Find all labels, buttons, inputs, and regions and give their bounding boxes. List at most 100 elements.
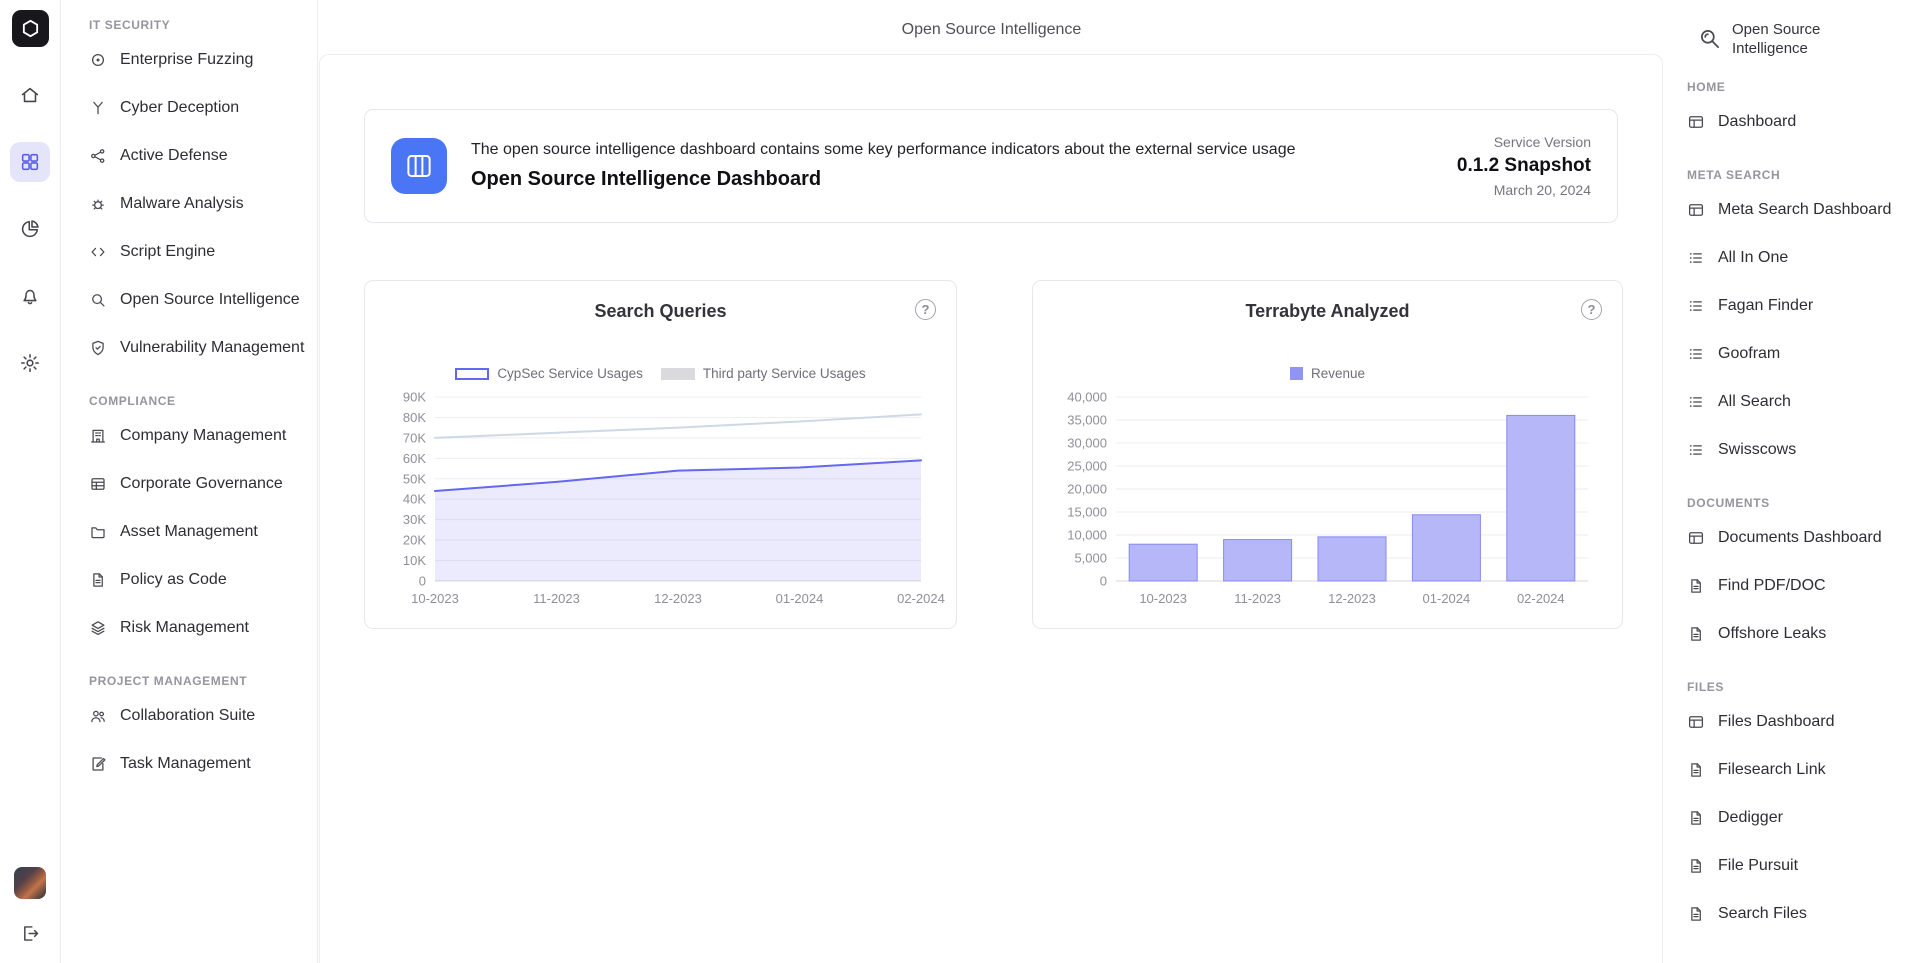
rightbar-item-documents-dashboard[interactable]: Documents Dashboard	[1687, 514, 1920, 562]
shield-icon	[89, 339, 107, 357]
left-sidebar: IT SECURITY Enterprise Fuzzing Cyber Decep…	[61, 0, 318, 963]
rightbar-item-files-dashboard[interactable]: Files Dashboard	[1687, 698, 1920, 746]
sidebar-item-company-management[interactable]: Company Management	[89, 412, 317, 460]
sidebar-item-open-source-intelligence[interactable]: Open Source Intelligence	[89, 276, 317, 324]
sidebar-item-asset-management[interactable]: Asset Management	[89, 508, 317, 556]
user-avatar[interactable]	[14, 867, 46, 899]
sidebar-item-collaboration-suite[interactable]: Collaboration Suite	[89, 692, 317, 740]
rail-icons	[10, 75, 50, 410]
rightbar-section-documents: DOCUMENTS	[1687, 496, 1920, 510]
legend-item-cypsec-service-usages[interactable]: CypSec Service Usages	[455, 366, 643, 381]
help-icon[interactable]: ?	[915, 299, 936, 320]
legend-item-revenue[interactable]: Revenue	[1290, 366, 1365, 381]
grid-icon	[19, 151, 41, 173]
sidebar-item-vulnerability-management[interactable]: Vulnerability Management	[89, 324, 317, 372]
rightbar-item-search-files[interactable]: Search Files	[1687, 890, 1920, 938]
rightbar-item-dedigger[interactable]: Dedigger	[1687, 794, 1920, 842]
svg-text:0: 0	[1099, 574, 1106, 589]
svg-text:20,000: 20,000	[1067, 482, 1107, 497]
svg-text:80K: 80K	[402, 410, 425, 425]
rail-pie-button[interactable]	[10, 209, 50, 249]
grid2-icon	[1687, 201, 1705, 219]
bell-icon	[19, 285, 41, 307]
doc-icon	[1687, 857, 1705, 875]
item-label: Search Files	[1718, 905, 1807, 923]
sidebar-item-risk-management[interactable]: Risk Management	[89, 604, 317, 652]
item-label: Cyber Deception	[120, 99, 239, 117]
legend-item-third-party-service-usages[interactable]: Third party Service Usages	[661, 366, 866, 381]
grid2-icon	[1687, 113, 1705, 131]
list-icon	[1687, 345, 1705, 363]
svg-text:10K: 10K	[402, 553, 425, 568]
rail-home-button[interactable]	[10, 75, 50, 115]
svg-text:02-2024: 02-2024	[897, 591, 945, 606]
grid2-icon	[1687, 713, 1705, 731]
rightbar-item-fagan-finder[interactable]: Fagan Finder	[1687, 282, 1920, 330]
rightbar-item-all-in-one[interactable]: All In One	[1687, 234, 1920, 282]
dashboard-banner-icon	[391, 138, 447, 194]
item-label: Asset Management	[120, 523, 258, 541]
home-icon	[19, 84, 41, 106]
sidebar-item-enterprise-fuzzing[interactable]: Enterprise Fuzzing	[89, 36, 317, 84]
rightbar-item-find-pdf-doc[interactable]: Find PDF/DOC	[1687, 562, 1920, 610]
sidebar-item-cyber-deception[interactable]: Cyber Deception	[89, 84, 317, 132]
terrabyte-analyzed-card: Terrabyte Analyzed ? Revenue 05,00010,00…	[1032, 280, 1623, 629]
sidebar-item-corporate-governance[interactable]: Corporate Governance	[89, 460, 317, 508]
item-label: All In One	[1718, 249, 1788, 267]
rightbar-item-filesearch-link[interactable]: Filesearch Link	[1687, 746, 1920, 794]
rightbar-item-all-search[interactable]: All Search	[1687, 378, 1920, 426]
table-icon	[89, 475, 107, 493]
item-label: Collaboration Suite	[120, 707, 255, 725]
search-queries-chart: 010K20K30K40K50K60K70K80K90K10-202311-20…	[365, 389, 956, 619]
doc-icon	[1687, 905, 1705, 923]
banner-description: The open source intelligence dashboard c…	[471, 141, 1295, 159]
doc-icon	[1687, 577, 1705, 595]
sidebar-item-policy-as-code[interactable]: Policy as Code	[89, 556, 317, 604]
sidebar-section-it-security: IT SECURITY	[89, 18, 317, 32]
rail-bell-button[interactable]	[10, 276, 50, 316]
logout-button[interactable]	[10, 913, 50, 953]
item-label: Swisscows	[1718, 441, 1796, 459]
banner-title: Open Source Intelligence Dashboard	[471, 168, 1295, 191]
folder-icon	[89, 523, 107, 541]
code-icon	[89, 243, 107, 261]
chart-title-search-queries: Search Queries	[365, 301, 956, 322]
legend-label: CypSec Service Usages	[497, 366, 643, 381]
rightbar-sections: HOMEDashboardMETA SEARCHMeta Search Dash…	[1687, 80, 1920, 938]
item-label: Dedigger	[1718, 809, 1783, 827]
item-label: Risk Management	[120, 619, 249, 637]
chart-legend: Revenue	[1033, 366, 1622, 381]
sidebar-item-active-defense[interactable]: Active Defense	[89, 132, 317, 180]
rightbar-item-dashboard[interactable]: Dashboard	[1687, 98, 1920, 146]
rightbar-item-meta-search-dashboard[interactable]: Meta Search Dashboard	[1687, 186, 1920, 234]
help-icon[interactable]: ?	[1581, 299, 1602, 320]
svg-text:50K: 50K	[402, 471, 425, 486]
svg-text:12-2023: 12-2023	[1328, 591, 1376, 606]
rail-gear-button[interactable]	[10, 343, 50, 383]
sidebar-item-task-management[interactable]: Task Management	[89, 740, 317, 788]
item-label: Active Defense	[120, 147, 228, 165]
svg-text:01-2024: 01-2024	[775, 591, 823, 606]
share-icon	[89, 147, 107, 165]
rightbar-item-goofram[interactable]: Goofram	[1687, 330, 1920, 378]
sidebar-item-script-engine[interactable]: Script Engine	[89, 228, 317, 276]
chart-title-terrabyte-analyzed: Terrabyte Analyzed	[1033, 301, 1622, 322]
svg-text:10-2023: 10-2023	[411, 591, 459, 606]
rightbar-section-meta-search: META SEARCH	[1687, 168, 1920, 182]
rightbar-item-swisscows[interactable]: Swisscows	[1687, 426, 1920, 474]
editdoc-icon	[89, 755, 107, 773]
rightbar-item-offshore-leaks[interactable]: Offshore Leaks	[1687, 610, 1920, 658]
sidebar-item-malware-analysis[interactable]: Malware Analysis	[89, 180, 317, 228]
rightbar-item-file-pursuit[interactable]: File Pursuit	[1687, 842, 1920, 890]
brand-line-2: Intelligence	[1732, 40, 1808, 57]
app-logo-icon[interactable]	[12, 10, 49, 47]
target-icon	[89, 51, 107, 69]
item-label: Policy as Code	[120, 571, 227, 589]
brand-line-1: Open Source	[1732, 21, 1820, 38]
legend-swatch	[455, 368, 489, 380]
item-label: File Pursuit	[1718, 857, 1798, 875]
legend-label: Third party Service Usages	[703, 366, 866, 381]
page-title: Open Source Intelligence	[318, 21, 1665, 39]
item-label: Filesearch Link	[1718, 761, 1826, 779]
rail-grid-button[interactable]	[10, 142, 50, 182]
